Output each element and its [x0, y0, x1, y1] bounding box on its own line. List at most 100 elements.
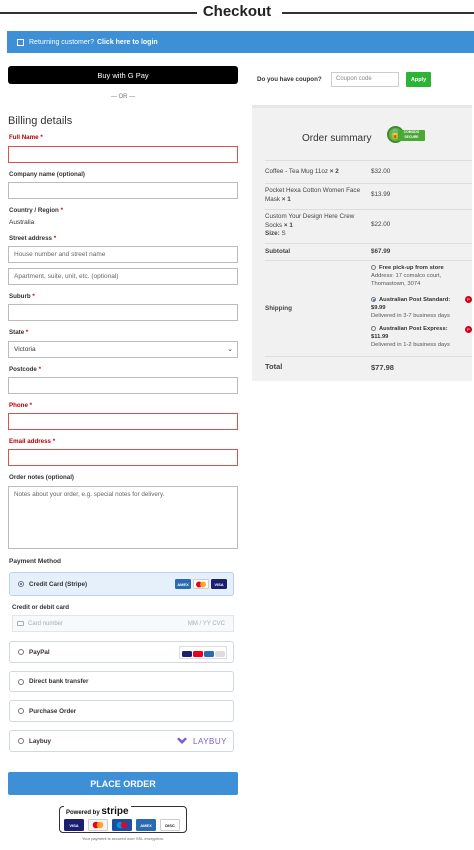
place-order-button[interactable]: PLACE ORDER [8, 772, 238, 795]
amex-icon: AMEX [136, 819, 156, 831]
mastercard-icon [88, 819, 108, 831]
radio-icon[interactable] [18, 738, 24, 744]
stripe-badge: Powered by stripe VISA AMEX DISC [59, 806, 187, 833]
shipping-option[interactable]: Australian Post Express: $11.99 Delivere… [371, 325, 466, 350]
payment-option-label: Credit Card (Stripe) [29, 580, 88, 588]
item-price: $13.99 [371, 191, 391, 198]
apply-coupon-button[interactable]: Apply [406, 72, 431, 87]
bank-icon [214, 650, 225, 657]
or-divider: — OR — [110, 94, 136, 100]
stripe-card-logos: VISA AMEX DISC [64, 819, 180, 831]
visa-icon: VISA [211, 579, 227, 589]
payment-option-laybuy[interactable]: Laybuy LAYBUY [9, 730, 234, 752]
email-input[interactable] [8, 449, 238, 466]
card-expiry-cvc: MM / YY CVC [187, 620, 225, 627]
order-item: Custom Your Design Here Crew Socks × 1 Si… [265, 209, 472, 243]
radio-icon[interactable] [371, 264, 376, 270]
radio-icon[interactable] [18, 649, 24, 655]
payment-option-paypal[interactable]: PayPal [9, 641, 234, 663]
phone-label: Phone * [9, 402, 33, 409]
street-input-1[interactable]: House number and street name [8, 246, 238, 263]
order-item: Coffee - Tea Mug 11oz × 2 $32.00 [265, 160, 472, 183]
company-label: Company name (optional) [9, 171, 85, 178]
suburb-label: Suburb * [9, 293, 35, 300]
place-order-label: PLACE ORDER [90, 778, 156, 789]
radio-icon[interactable] [18, 678, 24, 685]
card-logos: AMEX VISA [175, 579, 227, 589]
subtotal-label: Subtotal [265, 248, 291, 255]
suburb-input[interactable] [8, 304, 238, 321]
payment-method-heading: Payment Method [9, 558, 62, 565]
radio-icon[interactable] [18, 708, 24, 714]
payment-option-label: Purchase Order [29, 707, 77, 715]
coupon-input[interactable]: Coupon code [331, 72, 399, 87]
stripe-powered-by: Powered by stripe [64, 806, 131, 817]
amex-icon: AMEX [175, 579, 191, 589]
item-name: Custom Your Design Here Crew Socks × 1 Si… [265, 213, 355, 237]
laybuy-heart-icon [177, 737, 188, 744]
shipping-option[interactable]: Australian Post Standard: $9.99 Delivere… [371, 296, 466, 321]
street-label: Street address * [9, 235, 57, 242]
mastercard-icon [193, 579, 209, 589]
visa-icon: VISA [64, 819, 84, 831]
subtotal-value: $67.99 [371, 248, 391, 255]
laybuy-wordmark: LAYBUY [193, 736, 227, 746]
page-title: Checkout [0, 3, 474, 20]
chevron-down-icon: ⌄ [227, 346, 233, 353]
maestro-icon [112, 819, 132, 831]
total-row: Total $77.98 [265, 356, 472, 378]
item-price: $22.00 [371, 221, 391, 228]
stripe-wordmark: stripe [101, 806, 129, 817]
street-input-2[interactable]: Apartment, suite, unit, etc. (optional) [8, 268, 238, 285]
google-pay-button[interactable]: Buy with G Pay [8, 66, 238, 84]
phone-input[interactable] [8, 413, 238, 430]
payment-option-label: Direct bank transfer [29, 678, 89, 685]
payment-option-label: Laybuy [29, 737, 52, 745]
ssl-note: Your payment is secured over SSL encrypt… [82, 836, 164, 841]
payment-option-purchase-order[interactable]: Purchase Order [9, 700, 234, 722]
laybuy-logo: LAYBUY [176, 737, 227, 746]
login-link[interactable]: Click here to login [97, 39, 158, 46]
australia-post-icon: P [465, 296, 472, 303]
item-name: Coffee - Tea Mug 11oz × 2 [265, 168, 339, 175]
state-label: State * [9, 329, 29, 336]
order-notes-textarea[interactable]: Notes about your order, e.g. special not… [8, 486, 238, 549]
postcode-input[interactable] [8, 377, 238, 394]
card-icon [17, 621, 24, 626]
card-field-label: Credit or debit card [12, 604, 70, 611]
shipping-option[interactable]: Free pick-up from store Address: 17 coma… [371, 264, 466, 289]
login-icon [17, 38, 24, 46]
discover-icon: DISC [160, 819, 180, 831]
powered-by-text: Powered by [66, 810, 100, 816]
payment-option-label: PayPal [29, 648, 50, 656]
shipping-label: Shipping [265, 305, 292, 312]
radio-icon[interactable] [18, 581, 24, 587]
radio-icon[interactable] [371, 325, 376, 331]
page-header: Checkout [0, 0, 474, 24]
radio-icon[interactable] [371, 296, 376, 302]
full-name-input[interactable] [8, 146, 238, 163]
shipping-row: Shipping Free pick-up from store Address… [265, 260, 472, 356]
visa-icon [181, 650, 192, 657]
card-number-placeholder: Card number [28, 620, 64, 627]
mastercard-icon [192, 650, 203, 657]
comodo-secure-badge: 🔒 COMODO SECURE [385, 125, 425, 145]
returning-customer-bar: Returning customer? Click here to login [7, 31, 474, 53]
payment-option-stripe[interactable]: Credit Card (Stripe) AMEX VISA [9, 572, 234, 596]
order-summary-title: Order summary [302, 133, 372, 144]
notes-label: Order notes (optional) [9, 474, 74, 481]
country-label: Country / Region * [9, 207, 63, 214]
coupon-label: Do you have coupon? [257, 76, 322, 83]
full-name-label: Full Name * [9, 134, 43, 141]
postcode-label: Postcode * [9, 366, 42, 373]
amex-icon [203, 650, 214, 657]
item-name: Pocket Hexa Cotton Women Face Mask × 1 [265, 187, 361, 203]
card-number-input[interactable]: Card number MM / YY CVC [12, 615, 234, 632]
item-price: $32.00 [371, 168, 391, 175]
company-input[interactable] [8, 182, 238, 199]
paypal-icon [179, 645, 227, 659]
payment-option-bank[interactable]: Direct bank transfer [9, 671, 234, 692]
state-select[interactable]: Victoria ⌄ [8, 341, 238, 358]
order-summary-panel: Order summary 🔒 COMODO SECURE Coffee - T… [252, 105, 472, 381]
total-value: $77.98 [371, 363, 394, 372]
